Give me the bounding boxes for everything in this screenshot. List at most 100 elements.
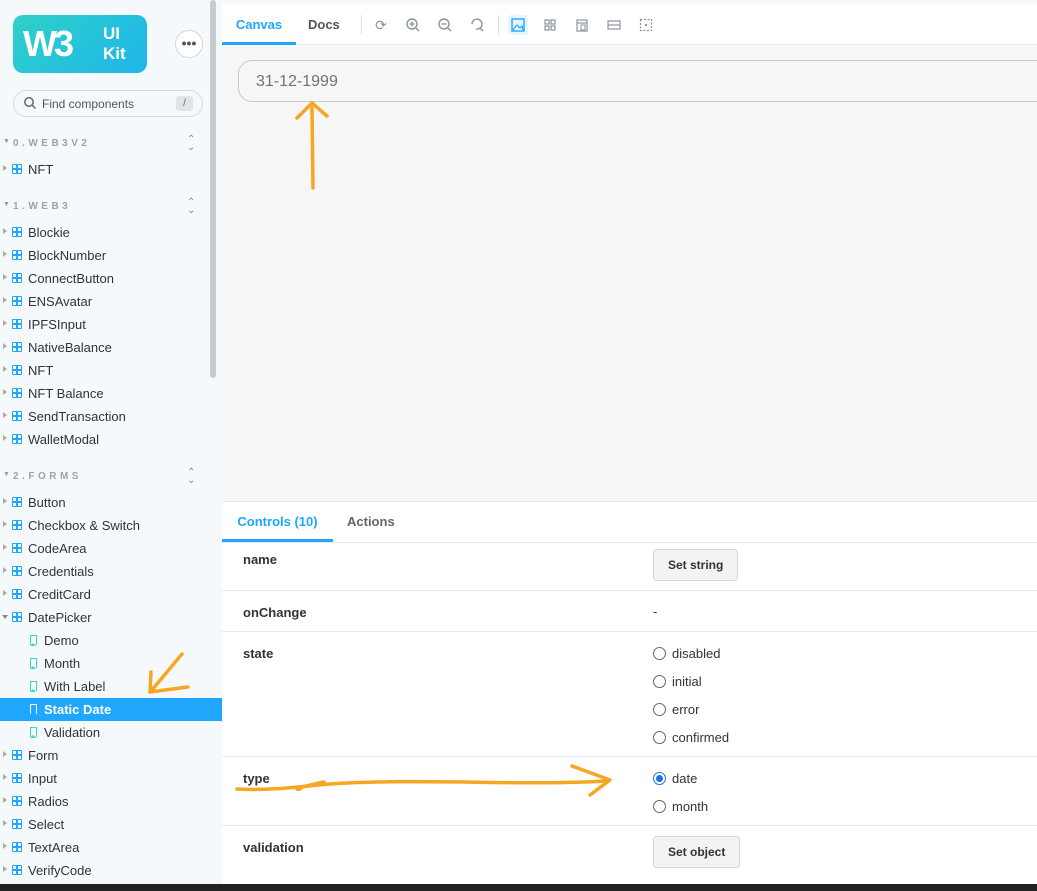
group-web3v2[interactable]: ▼ 0.WEB3V2 ⌃ ⌄ bbox=[0, 135, 222, 153]
radio-label: disabled bbox=[672, 646, 721, 661]
radio-label: month bbox=[672, 799, 709, 814]
expand-collapse-icon[interactable]: ⌃ ⌄ bbox=[187, 468, 195, 486]
control-label: state bbox=[243, 646, 274, 661]
bookmark-icon bbox=[30, 704, 37, 715]
sidebar-item-label: DatePicker bbox=[28, 610, 92, 625]
caret-right-icon bbox=[3, 498, 7, 504]
set-object-button[interactable]: Set object bbox=[653, 836, 741, 868]
caret-right-icon bbox=[3, 797, 7, 803]
sidebar-item-nft-balance[interactable]: NFT Balance bbox=[0, 382, 222, 405]
sidebar-item-walletmodal[interactable]: WalletModal bbox=[0, 428, 222, 451]
sidebar-item-connectbutton[interactable]: ConnectButton bbox=[0, 267, 222, 290]
sidebar-item-label: NFT bbox=[28, 162, 54, 177]
sidebar-item-nativebalance[interactable]: NativeBalance bbox=[0, 336, 222, 359]
caret-right-icon bbox=[3, 366, 7, 372]
component-icon bbox=[12, 411, 22, 421]
group-web3[interactable]: ▼ 1.WEB3 ⌃ ⌄ bbox=[0, 198, 222, 216]
control-row-name: name Set string bbox=[222, 542, 1037, 590]
sidebar-item-label: TextArea bbox=[28, 840, 80, 855]
sidebar-item-label: IPFSInput bbox=[28, 317, 86, 332]
search-shortcut: / bbox=[176, 96, 193, 111]
sidebar-item-datepicker[interactable]: DatePicker bbox=[0, 606, 222, 629]
story-with-label[interactable]: With Label bbox=[0, 675, 222, 698]
component-icon bbox=[12, 342, 22, 352]
viewport-icon[interactable] bbox=[572, 15, 592, 35]
date-picker-input[interactable]: 31-12-1999 bbox=[238, 60, 1037, 102]
sidebar-item-label: WalletModal bbox=[28, 432, 100, 447]
control-row-state: state disabled initial error confirmed bbox=[222, 631, 1037, 756]
sidebar-item-blocknumber[interactable]: BlockNumber bbox=[0, 244, 222, 267]
sidebar-item-label: NFT bbox=[28, 363, 54, 378]
background-icon[interactable] bbox=[508, 15, 528, 35]
tab-controls[interactable]: Controls (10) bbox=[222, 502, 333, 542]
group-title: 2.FORMS bbox=[13, 471, 82, 482]
sidebar-item-creditcard[interactable]: CreditCard bbox=[0, 583, 222, 606]
sidebar-item-credentials[interactable]: Credentials bbox=[0, 560, 222, 583]
menu-button[interactable]: ••• bbox=[175, 30, 203, 58]
sidebar-item-form[interactable]: Form bbox=[0, 744, 222, 767]
radio-label: date bbox=[672, 771, 698, 786]
expand-collapse-icon[interactable]: ⌃ ⌄ bbox=[187, 135, 195, 153]
story-static-date[interactable]: Static Date bbox=[0, 698, 222, 721]
radio-circle bbox=[653, 647, 666, 660]
sidebar-item-label: Form bbox=[28, 748, 59, 763]
measure-icon[interactable] bbox=[604, 15, 624, 35]
sidebar-item-codearea[interactable]: CodeArea bbox=[0, 537, 222, 560]
zoom-in-icon[interactable] bbox=[403, 15, 423, 35]
logo[interactable]: W3 UI Kit bbox=[13, 15, 147, 73]
control-label: name bbox=[243, 552, 277, 567]
radio-circle bbox=[653, 703, 666, 716]
sidebar-item-select[interactable]: Select bbox=[0, 813, 222, 836]
sidebar-item-blockie[interactable]: Blockie bbox=[0, 221, 222, 244]
expand-collapse-icon[interactable]: ⌃ ⌄ bbox=[187, 198, 195, 216]
zoom-out-icon[interactable] bbox=[435, 15, 455, 35]
sidebar-item-ipfsinput[interactable]: IPFSInput bbox=[0, 313, 222, 336]
search-placeholder: Find components bbox=[42, 97, 135, 111]
refresh-icon[interactable]: ⟳ bbox=[371, 15, 391, 35]
sidebar-item-label: Checkbox & Switch bbox=[28, 518, 140, 533]
story-validation[interactable]: Validation bbox=[0, 721, 222, 744]
sidebar-item-nft[interactable]: NFT bbox=[0, 359, 222, 382]
sidebar-item-radios[interactable]: Radios bbox=[0, 790, 222, 813]
tab-actions[interactable]: Actions bbox=[347, 502, 395, 542]
caret-right-icon bbox=[3, 866, 7, 872]
caret-right-icon bbox=[3, 843, 7, 849]
caret-right-icon bbox=[3, 297, 7, 303]
toolbar-divider bbox=[498, 15, 499, 35]
outline-icon[interactable] bbox=[636, 15, 656, 35]
group-title: 0.WEB3V2 bbox=[13, 138, 91, 149]
radio-label: confirmed bbox=[672, 730, 730, 745]
group-forms[interactable]: ▼ 2.FORMS ⌃ ⌄ bbox=[0, 468, 222, 486]
sidebar-item-button[interactable]: Button bbox=[0, 491, 222, 514]
story-month[interactable]: Month bbox=[0, 652, 222, 675]
sidebar-item-sendtransaction[interactable]: SendTransaction bbox=[0, 405, 222, 428]
search-input[interactable]: Find components / bbox=[13, 90, 203, 117]
caret-right-icon bbox=[3, 435, 7, 441]
reset-zoom-icon[interactable] bbox=[467, 15, 487, 35]
component-icon bbox=[12, 164, 22, 174]
component-icon bbox=[12, 250, 22, 260]
sidebar-item-label: NFT Balance bbox=[28, 386, 104, 401]
sidebar-item-input[interactable]: Input bbox=[0, 767, 222, 790]
component-icon bbox=[12, 365, 22, 375]
control-row-validation: validation Set object bbox=[222, 825, 1037, 885]
sidebar-item-checkbox-switch[interactable]: Checkbox & Switch bbox=[0, 514, 222, 537]
bookmark-icon bbox=[30, 727, 37, 738]
sidebar-item-label: Radios bbox=[28, 794, 69, 809]
component-icon bbox=[12, 865, 22, 875]
tab-docs[interactable]: Docs bbox=[308, 5, 340, 45]
sidebar-item-label: VerifyCode bbox=[28, 863, 92, 878]
sidebar-item-verifycode[interactable]: VerifyCode bbox=[0, 859, 222, 882]
set-string-button[interactable]: Set string bbox=[653, 549, 739, 581]
sidebar-scrollbar[interactable] bbox=[210, 0, 216, 378]
tab-canvas[interactable]: Canvas bbox=[222, 5, 296, 45]
sidebar-item-textarea[interactable]: TextArea bbox=[0, 836, 222, 859]
toolbar: Canvas Docs ⟳ bbox=[222, 5, 1037, 45]
sidebar-item-label: Select bbox=[28, 817, 65, 832]
grid-icon[interactable] bbox=[540, 15, 560, 35]
sidebar-item-ensavatar[interactable]: ENSAvatar bbox=[0, 290, 222, 313]
story-demo[interactable]: Demo bbox=[0, 629, 222, 652]
control-row-type: type date month bbox=[222, 756, 1037, 825]
sidebar-item-nft-v2[interactable]: NFT bbox=[0, 158, 222, 181]
sidebar-item-label: BlockNumber bbox=[28, 248, 107, 263]
